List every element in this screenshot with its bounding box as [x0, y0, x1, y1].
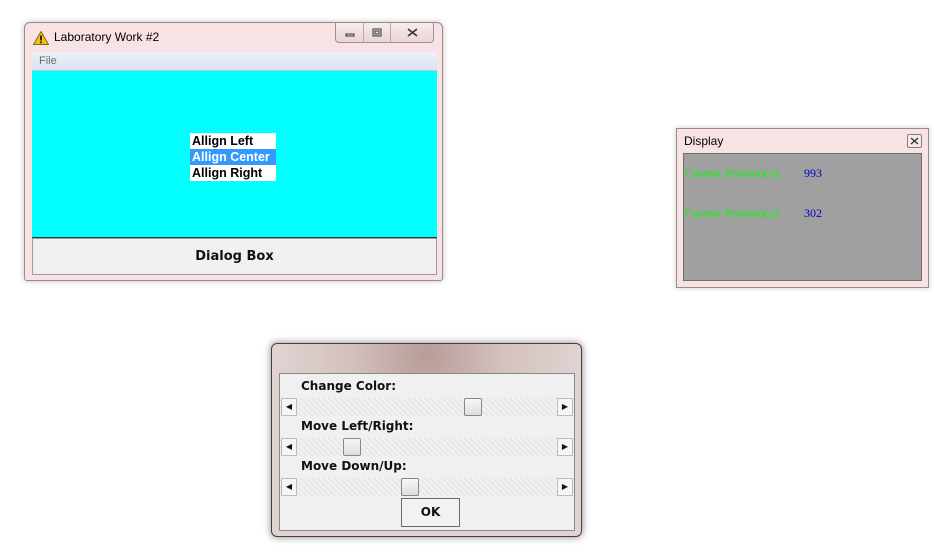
position-y-row: Current Position(y): 302 — [685, 206, 822, 221]
display-window-title: Display — [684, 134, 724, 148]
scroll-right-arrow-icon[interactable]: ▶ — [557, 438, 573, 456]
move-down-up-scrollbar[interactable]: ◀ ▶ — [280, 478, 574, 496]
display-close-button[interactable] — [907, 134, 922, 148]
list-item-allign-center[interactable]: Allign Center — [190, 149, 276, 165]
move-down-up-thumb[interactable] — [401, 478, 420, 496]
display-window: Display Current Position(x): 993 Current… — [676, 128, 929, 288]
move-down-up-label: Move Down/Up: — [301, 459, 407, 473]
dialog-box-label: Dialog Box — [195, 249, 274, 264]
menu-file[interactable]: File — [39, 55, 57, 67]
scroll-left-arrow-icon[interactable]: ◀ — [281, 478, 297, 496]
list-item-allign-right[interactable]: Allign Right — [190, 165, 276, 181]
main-window: Laboratory Work #2 File Allign Left Alli… — [24, 22, 443, 281]
change-color-label: Change Color: — [301, 379, 397, 393]
scroll-left-arrow-icon[interactable]: ◀ — [281, 398, 297, 416]
slider-dialog: Change Color: ◀ ▶ Move Left/Right: ◀ ▶ M… — [271, 343, 582, 537]
scroll-left-arrow-icon[interactable]: ◀ — [281, 438, 297, 456]
position-y-label: Current Position(y): — [685, 206, 782, 220]
list-item-allign-left[interactable]: Allign Left — [190, 133, 276, 149]
position-panel: Current Position(x): 993 Current Positio… — [683, 153, 922, 281]
position-x-label: Current Position(x): — [685, 166, 782, 180]
position-y-value: 302 — [804, 206, 822, 220]
minimize-icon — [345, 33, 354, 36]
slider-dialog-client: Change Color: ◀ ▶ Move Left/Right: ◀ ▶ M… — [279, 373, 575, 531]
move-left-right-thumb[interactable] — [342, 438, 361, 456]
close-icon — [910, 137, 919, 145]
maximize-button[interactable] — [363, 23, 390, 42]
dialog-box-button[interactable]: Dialog Box — [32, 238, 437, 275]
position-x-value: 993 — [804, 166, 822, 180]
main-titlebar[interactable]: Laboratory Work #2 — [25, 23, 442, 51]
main-window-title: Laboratory Work #2 — [54, 30, 160, 44]
change-color-scrollbar[interactable]: ◀ ▶ — [280, 398, 574, 416]
scroll-right-arrow-icon[interactable]: ▶ — [557, 398, 573, 416]
close-icon — [407, 28, 417, 37]
ok-button[interactable]: OK — [401, 498, 460, 527]
minimize-button[interactable] — [336, 23, 363, 42]
restore-icon — [372, 28, 382, 37]
menu-bar: File — [32, 52, 437, 71]
alignment-list[interactable]: Allign Left Allign Center Allign Right — [190, 133, 276, 181]
position-x-row: Current Position(x): 993 — [685, 166, 822, 181]
move-left-right-scrollbar[interactable]: ◀ ▶ — [280, 438, 574, 456]
scroll-right-arrow-icon[interactable]: ▶ — [557, 478, 573, 496]
close-button[interactable] — [390, 23, 433, 42]
window-controls — [335, 23, 434, 43]
warning-icon — [33, 31, 49, 45]
change-color-thumb[interactable] — [463, 398, 482, 416]
move-left-right-label: Move Left/Right: — [301, 419, 414, 433]
client-canvas: Allign Left Allign Center Allign Right — [32, 71, 437, 238]
